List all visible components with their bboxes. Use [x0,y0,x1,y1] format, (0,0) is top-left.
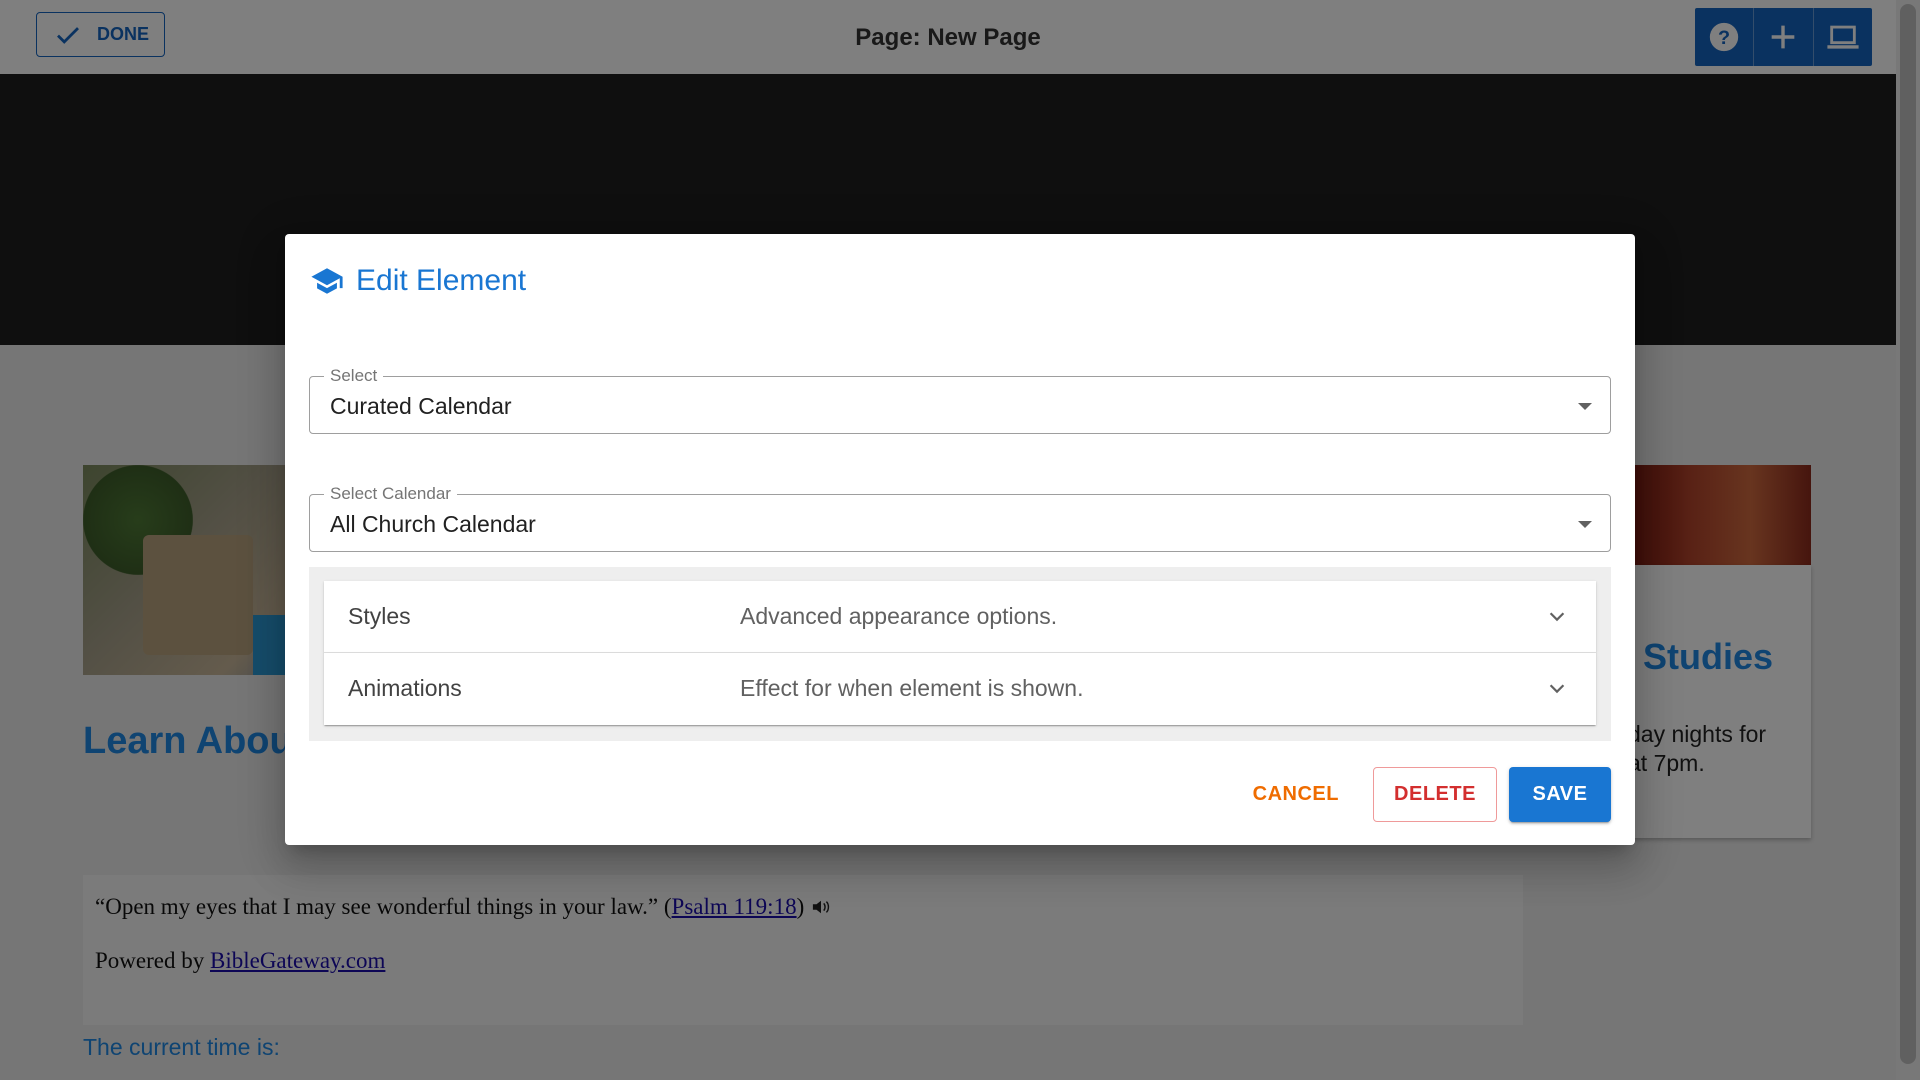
styles-panel-description: Advanced appearance options. [740,603,1058,629]
dropdown-arrow-icon [1578,521,1592,528]
select-field[interactable]: Select Curated Calendar [309,366,1611,434]
animations-panel-description: Effect for when element is shown. [740,675,1084,701]
styles-panel-label: Styles [348,603,411,629]
dropdown-arrow-icon [1578,403,1592,410]
select-calendar-label: Select Calendar [324,484,457,504]
edit-element-dialog: Edit Element Select Curated Calendar Sel… [285,234,1635,845]
animations-panel-label: Animations [348,675,462,701]
dialog-actions: CANCEL DELETE SAVE [1231,767,1611,822]
animations-panel[interactable]: Animations Effect for when element is sh… [324,653,1596,725]
select-label: Select [324,366,384,386]
graduation-cap-icon [311,268,343,294]
styles-panel[interactable]: Styles Advanced appearance options. [324,581,1596,653]
select-calendar-value: All Church Calendar [330,511,536,537]
dialog-header: Edit Element [310,264,526,298]
save-button[interactable]: SAVE [1509,767,1611,822]
select-value: Curated Calendar [330,393,512,419]
cancel-button[interactable]: CANCEL [1231,767,1361,822]
delete-button[interactable]: DELETE [1373,767,1497,822]
chevron-down-icon [1549,612,1565,622]
chevron-down-icon [1549,684,1565,694]
dialog-title: Edit Element [356,264,527,297]
select-calendar-field[interactable]: Select Calendar All Church Calendar [309,484,1611,552]
